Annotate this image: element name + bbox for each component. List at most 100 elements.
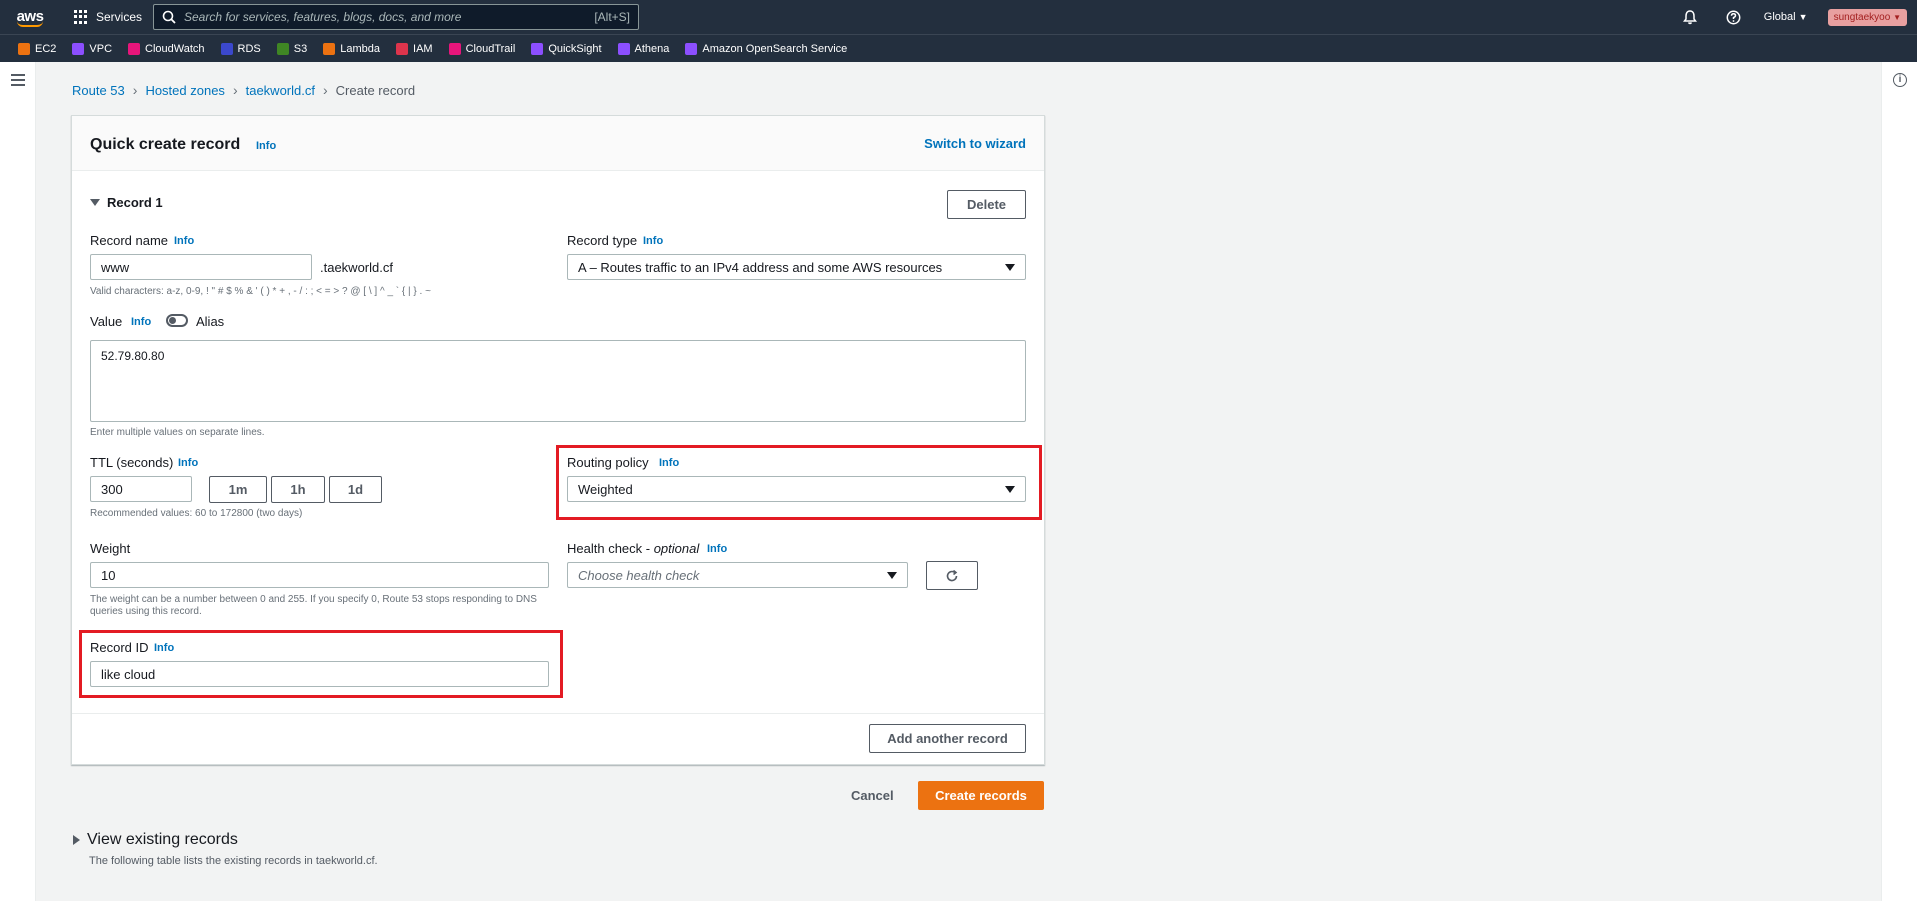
record-id-label: Record ID <box>90 640 149 655</box>
info-panel-icon[interactable]: i <box>1893 73 1907 87</box>
favorite-label: Athena <box>634 42 670 55</box>
health-check-select[interactable]: Choose health check <box>567 562 908 588</box>
opensearch-icon <box>685 42 698 55</box>
iam-icon <box>396 42 409 55</box>
record-section-toggle[interactable]: Record 1 <box>90 195 163 210</box>
rds-icon <box>220 42 233 55</box>
favorite-label: Amazon OpenSearch Service <box>702 42 848 55</box>
breadcrumb: Route 53 › Hosted zones › taekworld.cf ›… <box>72 82 415 98</box>
view-existing-records-toggle[interactable]: View existing records <box>73 831 238 849</box>
record-type-select[interactable]: A – Routes traffic to an IPv4 address an… <box>567 254 1026 280</box>
ttl-input[interactable] <box>90 476 192 502</box>
quick-create-card: Quick create record Info Switch to wizar… <box>71 115 1045 765</box>
favorite-quicksight[interactable]: QuickSight <box>531 42 602 55</box>
nav-right: Global ▼ sungtaekyoo ▼ <box>1668 0 1917 34</box>
alias-toggle[interactable] <box>166 314 188 327</box>
domain-suffix: .taekworld.cf <box>320 260 393 275</box>
create-records-button[interactable]: Create records <box>918 781 1044 810</box>
ttl-1h-button[interactable]: 1h <box>271 476 325 503</box>
routing-policy-info-link[interactable]: Info <box>659 457 679 469</box>
favorite-ec2[interactable]: EC2 <box>18 42 56 55</box>
ttl-info-link[interactable]: Info <box>178 457 198 469</box>
grid-icon <box>74 10 88 24</box>
health-check-info-link[interactable]: Info <box>707 543 727 555</box>
cloudtrail-icon <box>448 42 461 55</box>
breadcrumb-hosted-zones[interactable]: Hosted zones <box>145 83 225 98</box>
ttl-1m-button[interactable]: 1m <box>209 476 267 503</box>
card-divider <box>72 713 1044 714</box>
breadcrumb-zone[interactable]: taekworld.cf <box>246 83 315 98</box>
services-menu-button[interactable]: Services <box>74 10 142 24</box>
favorite-label: VPC <box>89 42 113 55</box>
existing-records-description: The following table lists the existing r… <box>89 855 378 867</box>
weight-input[interactable] <box>90 562 549 588</box>
routing-policy-value: Weighted <box>578 481 633 497</box>
record-id-input[interactable] <box>90 661 549 687</box>
caret-down-icon <box>90 199 100 206</box>
breadcrumb-current: Create record <box>335 82 416 98</box>
routing-policy-select[interactable]: Weighted <box>567 476 1026 502</box>
breadcrumb-route53[interactable]: Route 53 <box>72 83 125 98</box>
alias-label: Alias <box>196 314 225 329</box>
caret-down-icon: ▼ <box>1893 12 1901 22</box>
favorite-rds[interactable]: RDS <box>220 42 261 55</box>
delete-button[interactable]: Delete <box>947 190 1026 219</box>
weight-label: Weight <box>90 541 131 556</box>
caret-right-icon <box>73 835 80 845</box>
chevron-right-icon: › <box>132 82 138 98</box>
value-textarea[interactable]: 52.79.80.80 <box>90 340 1026 422</box>
record-name-info-link[interactable]: Info <box>174 235 194 247</box>
add-another-record-button[interactable]: Add another record <box>869 724 1026 753</box>
favorite-cloudwatch[interactable]: CloudWatch <box>128 42 205 55</box>
favorite-iam[interactable]: IAM <box>396 42 433 55</box>
favorite-vpc[interactable]: VPC <box>72 42 113 55</box>
account-name: sungtaekyoo <box>1833 11 1891 23</box>
title-info-link[interactable]: Info <box>256 140 276 152</box>
cancel-button[interactable]: Cancel <box>851 788 894 803</box>
lambda-icon <box>323 42 336 55</box>
existing-records-title: View existing records <box>87 831 238 848</box>
favorite-s3[interactable]: S3 <box>276 42 307 55</box>
notifications-button[interactable] <box>1668 9 1712 25</box>
help-icon <box>1726 10 1741 24</box>
favorites-bar: EC2 VPC CloudWatch RDS S3 Lambda IAM Clo… <box>0 34 1917 62</box>
record-name-input[interactable] <box>90 254 312 280</box>
favorite-label: CloudTrail <box>465 42 516 55</box>
record-name-label: Record name <box>90 233 169 248</box>
favorite-label: QuickSight <box>548 42 602 55</box>
record-type-label: Record type <box>567 233 638 248</box>
refresh-health-checks-button[interactable] <box>926 561 978 590</box>
favorite-opensearch[interactable]: Amazon OpenSearch Service <box>685 42 848 55</box>
account-menu[interactable]: sungtaekyoo ▼ <box>1827 8 1907 26</box>
region-selector[interactable]: Global ▼ <box>1764 11 1808 23</box>
quicksight-icon <box>531 42 544 55</box>
search-input[interactable] <box>184 10 595 24</box>
record-section-title: Record 1 <box>107 195 163 210</box>
record-id-info-link[interactable]: Info <box>154 642 174 654</box>
favorite-cloudtrail[interactable]: CloudTrail <box>448 42 516 55</box>
vpc-icon <box>72 42 85 55</box>
caret-down-icon <box>887 571 897 579</box>
search-shortcut: [Alt+S] <box>594 10 630 24</box>
ttl-1d-button[interactable]: 1d <box>329 476 382 503</box>
refresh-icon <box>946 569 958 581</box>
help-button[interactable] <box>1712 10 1756 25</box>
cloudwatch-icon <box>128 42 141 55</box>
s3-icon <box>276 42 289 55</box>
aws-logo[interactable]: aws <box>0 0 60 34</box>
routing-policy-label: Routing policy <box>567 455 649 470</box>
favorite-lambda[interactable]: Lambda <box>323 42 381 55</box>
caret-down-icon: ▼ <box>1798 12 1808 22</box>
favorite-label: Lambda <box>340 42 381 55</box>
menu-icon[interactable] <box>11 74 25 86</box>
value-label: Value <box>90 314 123 329</box>
health-check-label-text: Health check - <box>567 541 654 556</box>
record-type-info-link[interactable]: Info <box>643 235 663 247</box>
favorite-athena[interactable]: Athena <box>617 42 670 55</box>
page-title: Quick create record <box>90 136 241 153</box>
switch-to-wizard-link[interactable]: Switch to wizard <box>924 136 1026 151</box>
search-bar: [Alt+S] <box>153 4 639 30</box>
value-hint: Enter multiple values on separate lines. <box>90 427 265 438</box>
ttl-hint: Recommended values: 60 to 172800 (two da… <box>90 508 303 519</box>
value-info-link[interactable]: Info <box>131 316 151 328</box>
